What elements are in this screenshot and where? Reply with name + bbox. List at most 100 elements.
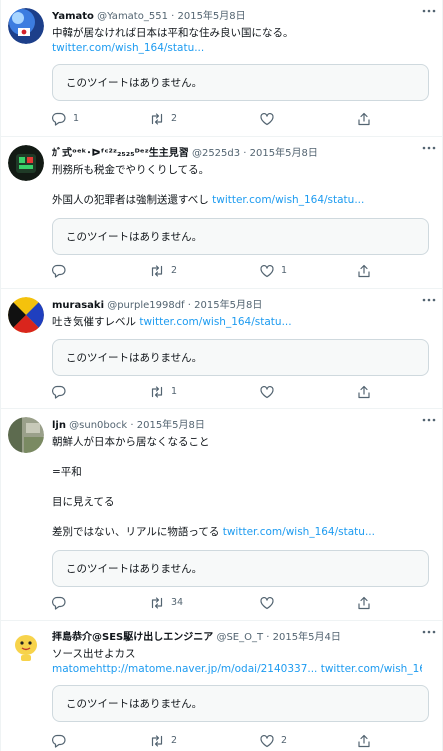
text-line: 外国人の犯罪者は強制送還すべし twitter.com/wish_164/sta… <box>52 194 365 206</box>
tweet-feed: Yamato @Yamato_551 · 2015年5月8日 中韓が居なければ日… <box>0 0 443 751</box>
unavailable-text: このツイートはありません。 <box>66 231 203 243</box>
tweet-header: Yamato @Yamato_551 · 2015年5月8日 <box>52 11 246 22</box>
reply-count: 1 <box>73 113 80 124</box>
share-icon <box>358 596 370 610</box>
handle[interactable]: @SE_O_T <box>216 632 263 643</box>
tweet-link[interactable]: twitter.com/wish_164/statu... <box>139 316 291 328</box>
retweet-icon <box>151 735 163 747</box>
timestamp[interactable]: 2015年5月8日 <box>194 300 262 311</box>
tweet-link[interactable]: twitter.com/wish_164/statu... <box>223 526 375 538</box>
handle[interactable]: @2525d3 <box>192 148 240 159</box>
retweet-count: 2 <box>171 265 178 276</box>
retweet-count: 1 <box>171 386 178 397</box>
text-line <box>52 178 422 193</box>
display-name[interactable]: ljn <box>52 420 66 431</box>
retweet-icon <box>151 386 163 398</box>
more-icon[interactable] <box>422 417 436 423</box>
retweet-icon <box>151 113 163 125</box>
text-line <box>52 450 422 465</box>
tweet-link[interactable]: twitter.com/wish_164/statu... <box>52 42 204 54</box>
text-line: =平和 <box>52 466 82 478</box>
reply-icon <box>51 734 66 748</box>
share-icon <box>358 112 370 126</box>
tweet-actions: 34 <box>51 595 371 611</box>
unavailable-text: このツイートはありません。 <box>66 352 203 364</box>
heart-icon <box>260 596 274 610</box>
reply-icon <box>51 385 66 399</box>
retweet-count: 34 <box>171 597 184 608</box>
like-count: 2 <box>281 735 288 746</box>
more-icon[interactable] <box>422 145 436 151</box>
avatar[interactable] <box>8 8 44 44</box>
quoted-tweet-unavailable[interactable]: このツイートはありません。 <box>52 685 429 722</box>
more-icon[interactable] <box>422 629 436 635</box>
text-line: 朝鮮人が日本から居なくなること <box>52 436 210 448</box>
reply-icon <box>51 596 66 610</box>
tweet-text: 刑務所も税金でやりくりしてる。 外国人の犯罪者は強制送還すべし twitter.… <box>52 163 422 208</box>
text-line <box>52 480 422 495</box>
tweet-link[interactable]: matomehttp://matome.naver.jp/m/odai/2140… <box>52 663 422 675</box>
tweet-text: 中韓が居なければ日本は平和な住み良い国になる。 twitter.com/wish… <box>52 26 422 56</box>
unavailable-text: このツイートはありません。 <box>66 698 203 710</box>
tweet[interactable]: murasaki @purple1998df · 2015年5月8日 吐き気催す… <box>1 289 443 409</box>
avatar[interactable] <box>8 417 44 453</box>
retweet-icon <box>151 265 163 277</box>
timestamp[interactable]: 2015年5月4日 <box>273 632 341 643</box>
avatar[interactable] <box>8 145 44 181</box>
share-icon <box>358 385 370 399</box>
heart-icon <box>260 385 274 399</box>
quoted-tweet-unavailable[interactable]: このツイートはありません。 <box>52 339 429 376</box>
reply-icon <box>51 264 66 278</box>
display-name[interactable]: Yamato <box>52 11 94 22</box>
heart-icon <box>260 734 274 748</box>
timestamp[interactable]: 2015年5月8日 <box>137 420 205 431</box>
handle[interactable]: @purple1998df <box>107 300 184 311</box>
text-line: 差別ではない、リアルに物語ってる twitter.com/wish_164/st… <box>52 526 375 538</box>
text-line: ソース出せよカス <box>52 648 136 660</box>
unavailable-text: このツイートはありません。 <box>66 77 203 89</box>
share-icon <box>358 264 370 278</box>
tweet-link[interactable]: twitter.com/wish_164/statu... <box>212 194 364 206</box>
reply-icon <box>51 112 66 126</box>
display-name[interactable]: ｶﾞ式ᵒᵉᵏ･ᐅᶠᶜ²ᶻ₂₅₂₅ᴰᵉᶻ生主見習 <box>52 148 189 159</box>
display-name[interactable]: 拝島恭介@SES駆け出しエンジニア <box>52 632 213 643</box>
share-icon <box>358 734 370 748</box>
tweet-actions: 2 1 <box>51 263 371 279</box>
tweet-text: ソース出せよカス matomehttp://matome.naver.jp/m/… <box>52 647 422 677</box>
heart-icon <box>260 112 274 126</box>
tweet[interactable]: ｶﾞ式ᵒᵉᵏ･ᐅᶠᶜ²ᶻ₂₅₂₅ᴰᵉᶻ生主見習 @2525d3 · 2015年5… <box>1 137 443 289</box>
more-icon[interactable] <box>422 8 436 14</box>
tweet-text: 吐き気催すレベル twitter.com/wish_164/statu... <box>52 315 422 330</box>
tweet-actions: 1 2 <box>51 111 371 127</box>
tweet[interactable]: ljn @sun0bock · 2015年5月8日 朝鮮人が日本から居なくなるこ… <box>1 409 443 621</box>
display-name[interactable]: murasaki <box>52 300 104 311</box>
tweet[interactable]: 拝島恭介@SES駆け出しエンジニア @SE_O_T · 2015年5月4日 ソー… <box>1 621 443 751</box>
tweet[interactable]: Yamato @Yamato_551 · 2015年5月8日 中韓が居なければ日… <box>1 0 443 137</box>
unavailable-text: このツイートはありません。 <box>66 563 203 575</box>
text-line: 吐き気催すレベル twitter.com/wish_164/statu... <box>52 316 292 328</box>
heart-icon <box>260 264 274 278</box>
more-icon[interactable] <box>422 297 436 303</box>
tweet-header: 拝島恭介@SES駆け出しエンジニア @SE_O_T · 2015年5月4日 <box>52 632 341 643</box>
tweet-actions: 1 <box>51 384 371 400</box>
timestamp[interactable]: 2015年5月8日 <box>177 11 245 22</box>
timestamp[interactable]: 2015年5月8日 <box>250 148 318 159</box>
tweet-header: ｶﾞ式ᵒᵉᵏ･ᐅᶠᶜ²ᶻ₂₅₂₅ᴰᵉᶻ生主見習 @2525d3 · 2015年5… <box>52 148 318 159</box>
avatar[interactable] <box>8 297 44 333</box>
retweet-icon <box>151 597 163 609</box>
tweet-header: ljn @sun0bock · 2015年5月8日 <box>52 420 205 431</box>
tweet-text: 朝鮮人が日本から居なくなること =平和 目に見えてる 差別ではない、リアルに物語… <box>52 435 422 540</box>
quoted-tweet-unavailable[interactable]: このツイートはありません。 <box>52 64 429 101</box>
handle[interactable]: @sun0bock <box>69 420 127 431</box>
quoted-tweet-unavailable[interactable]: このツイートはありません。 <box>52 218 429 255</box>
avatar[interactable] <box>8 629 44 665</box>
text-line: 刑務所も税金でやりくりしてる。 <box>52 164 210 176</box>
text-line: matomehttp://matome.naver.jp/m/odai/2140… <box>52 662 422 677</box>
retweet-count: 2 <box>171 113 178 124</box>
like-count: 1 <box>281 265 288 276</box>
handle[interactable]: @Yamato_551 <box>97 11 168 22</box>
retweet-count: 2 <box>171 735 178 746</box>
tweet-header: murasaki @purple1998df · 2015年5月8日 <box>52 300 263 311</box>
text-line: twitter.com/wish_164/statu... <box>52 41 422 56</box>
quoted-tweet-unavailable[interactable]: このツイートはありません。 <box>52 550 429 587</box>
